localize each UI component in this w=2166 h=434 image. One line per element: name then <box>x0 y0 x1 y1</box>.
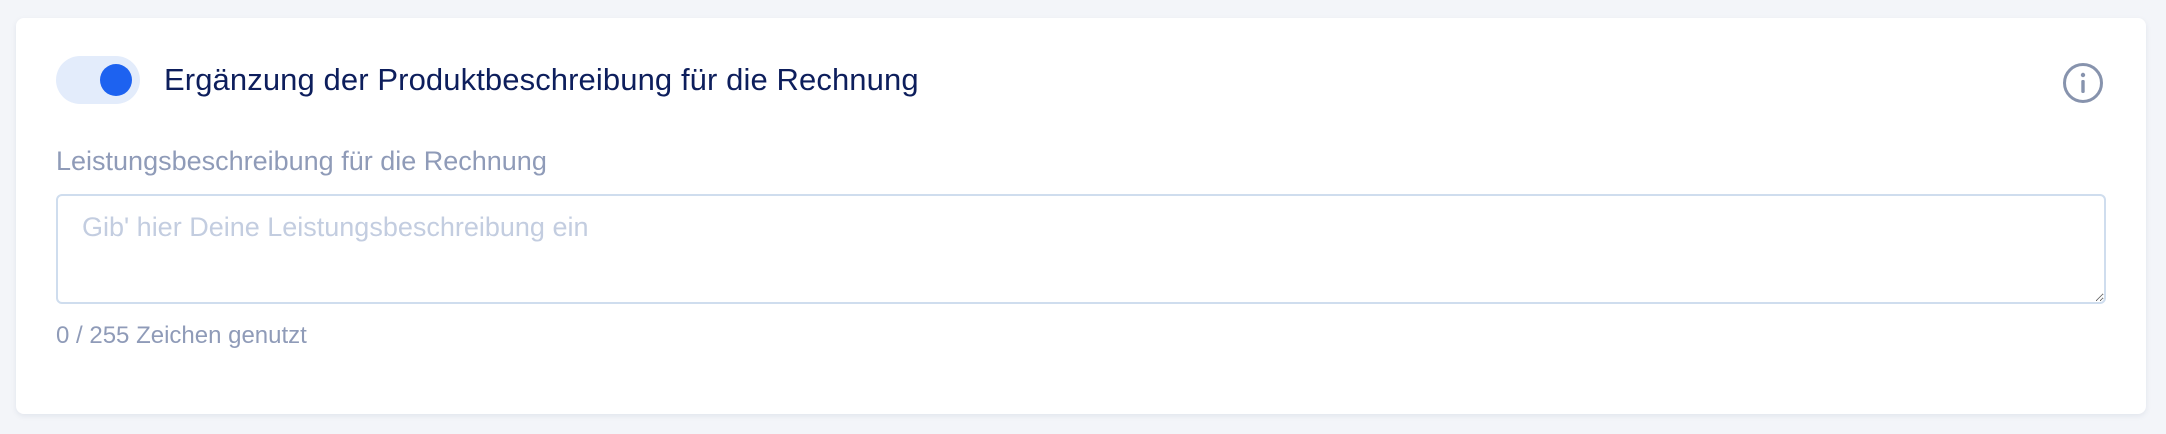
character-counter: 0 / 255 Zeichen genutzt <box>56 322 307 349</box>
toggle-knob <box>100 64 132 96</box>
section-title: Ergänzung der Produktbeschreibung für di… <box>164 62 919 97</box>
textarea-wrapper <box>56 194 2106 304</box>
invoice-description-toggle[interactable] <box>56 56 140 104</box>
card-header: Ergänzung der Produktbeschreibung für di… <box>56 56 919 104</box>
product-description-card: Ergänzung der Produktbeschreibung für di… <box>16 18 2146 414</box>
info-icon[interactable] <box>2062 62 2104 104</box>
field-label: Leistungsbeschreibung für die Rechnung <box>56 146 547 176</box>
service-description-textarea[interactable] <box>56 194 2106 304</box>
